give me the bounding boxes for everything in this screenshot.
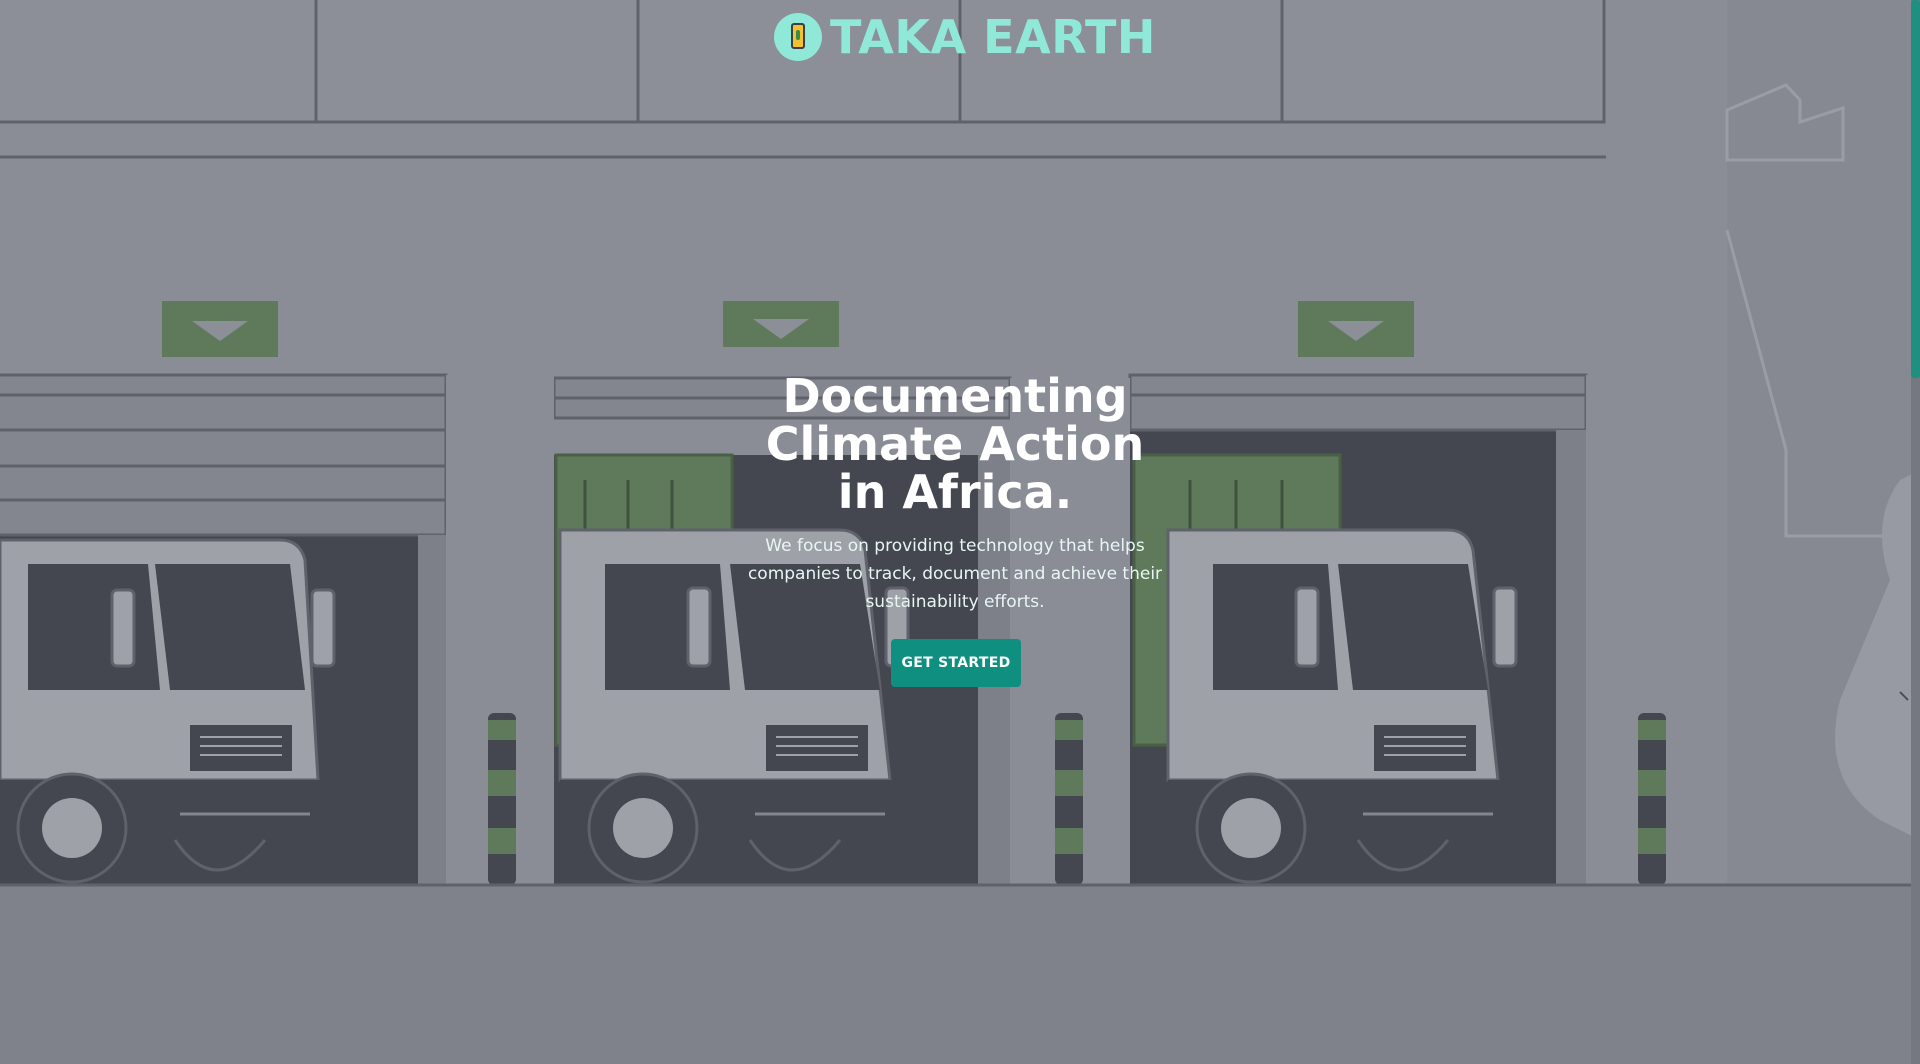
scrollbar-thumb[interactable] [1911, 0, 1920, 378]
door-arrow-icon [1298, 301, 1414, 357]
hero-title: Documenting Climate Action in Africa. [765, 369, 1145, 519]
hero-subtitle: We focus on providing technology that he… [747, 536, 1163, 612]
hero-section: Documenting Climate Action in Africa. We… [735, 372, 1175, 616]
bollard-icon [488, 713, 516, 885]
chevron-down-icon[interactable] [1898, 688, 1914, 704]
brand-name: TAKA EARTH [830, 10, 1156, 64]
bollard-icon [1055, 713, 1083, 885]
get-started-button[interactable]: GET STARTED [891, 639, 1021, 687]
door-arrow-icon [162, 301, 278, 357]
truck-icon [0, 538, 336, 884]
brand-logo-link[interactable]: TAKA EARTH [774, 8, 1156, 66]
door-arrow-icon [723, 301, 839, 347]
phone-leaf-icon [774, 13, 822, 61]
truck-icon [1166, 528, 1518, 884]
bollard-icon [1638, 713, 1666, 885]
